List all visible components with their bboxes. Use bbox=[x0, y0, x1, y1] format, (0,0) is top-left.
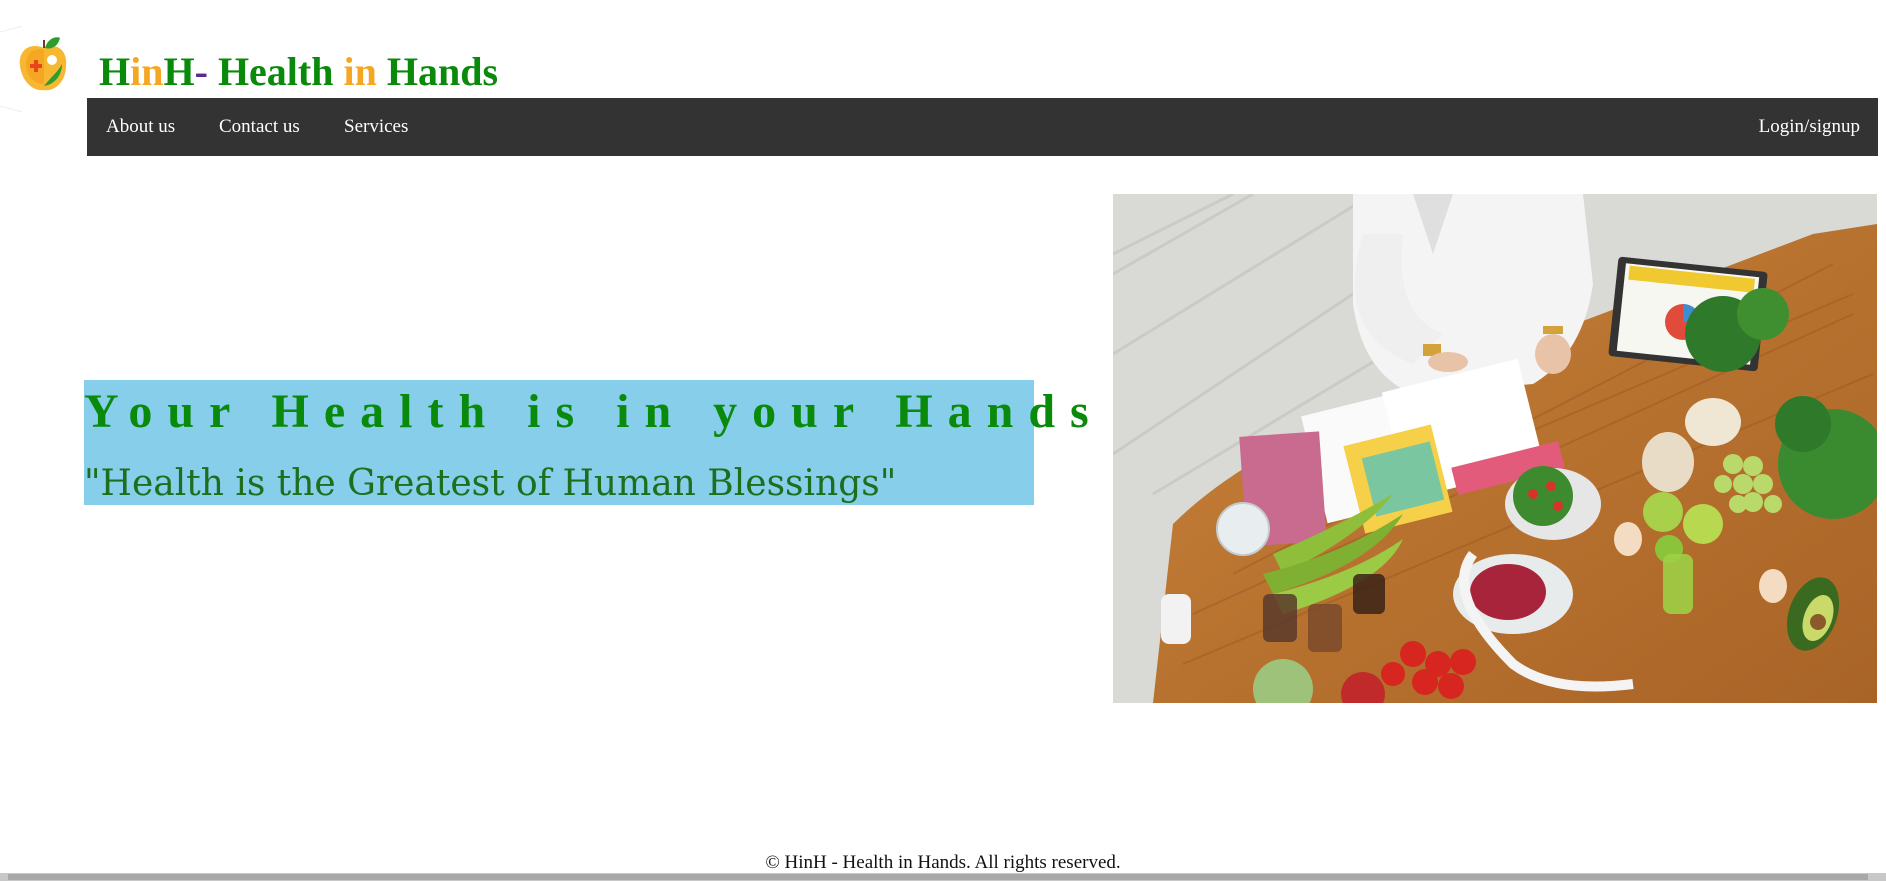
brand-part: H bbox=[163, 49, 195, 94]
nav-about-link[interactable]: About us bbox=[106, 98, 175, 156]
hero-title: Your Health is in your Hands bbox=[84, 385, 1104, 438]
logo[interactable] bbox=[0, 25, 86, 113]
hero-quote: "Health is the Greatest of Human Blessin… bbox=[84, 463, 897, 504]
navbar: About us Contact us Services Login/signu… bbox=[87, 98, 1878, 156]
horizontal-scrollbar[interactable] bbox=[0, 873, 1886, 881]
brand-part: Hands bbox=[376, 49, 499, 94]
brand-part: H bbox=[99, 49, 131, 94]
nav-services-link[interactable]: Services bbox=[344, 98, 408, 156]
nav-contact-link[interactable]: Contact us bbox=[219, 98, 300, 156]
apple-medical-cross-icon bbox=[0, 25, 67, 113]
footer-copyright: © HinH - Health in Hands. All rights res… bbox=[765, 852, 1121, 873]
brand-part: in bbox=[130, 49, 164, 94]
brand-part: Health bbox=[207, 49, 344, 94]
healthy-food-table-illustration bbox=[1113, 194, 1877, 703]
hero-image bbox=[1113, 194, 1877, 703]
brand-part: - bbox=[194, 49, 208, 94]
brand-part: in bbox=[343, 49, 377, 94]
nav-login-link[interactable]: Login/signup bbox=[1759, 98, 1860, 156]
scrollbar-thumb[interactable] bbox=[8, 874, 1868, 880]
brand-title: HinH- Health in Hands bbox=[99, 44, 498, 100]
